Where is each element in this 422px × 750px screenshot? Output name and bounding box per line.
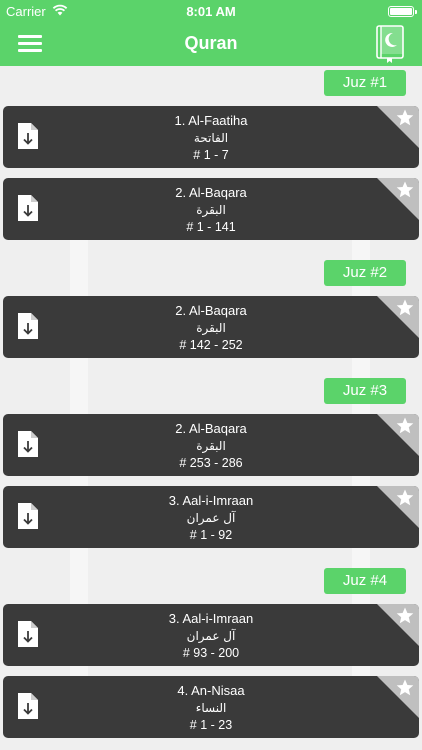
ayah-range: # 1 - 23 [189, 718, 233, 732]
star-icon[interactable] [395, 298, 415, 318]
surah-arabic-name: آل عمران [186, 629, 236, 643]
surah-card[interactable]: 2. Al-Baqara البقرة # 142 - 252 [3, 296, 419, 358]
surah-title: 3. Aal-i-Imraan [168, 493, 254, 508]
quran-book-icon[interactable] [372, 22, 408, 64]
surah-card[interactable]: 2. Al-Baqara البقرة # 1 - 141 [3, 178, 419, 240]
surah-info: 2. Al-Baqara البقرة # 253 - 286 [43, 421, 379, 471]
juz-badge[interactable]: Juz #4 [324, 568, 406, 594]
surah-info: 3. Aal-i-Imraan آل عمران # 93 - 200 [43, 611, 379, 661]
ayah-range: # 142 - 252 [179, 338, 243, 352]
surah-arabic-name: الفاتحة [193, 131, 229, 145]
surah-card[interactable]: 1. Al-Faatiha الفاتحة # 1 - 7 [3, 106, 419, 168]
ayah-range: # 1 - 141 [186, 220, 236, 234]
surah-arabic-name: آل عمران [186, 511, 236, 525]
juz-list[interactable]: Juz #1 1. Al-Faatiha الفاتحة # 1 - 7 2. Al-B… [0, 66, 422, 750]
navigation-bar: Quran [0, 22, 422, 66]
surah-title: 1. Al-Faatiha [174, 113, 248, 128]
surah-card[interactable]: 2. Al-Baqara البقرة # 253 - 286 [3, 414, 419, 476]
download-icon [18, 123, 38, 149]
surah-title: 3. Aal-i-Imraan [168, 611, 254, 626]
star-icon[interactable] [395, 108, 415, 128]
surah-title: 2. Al-Baqara [175, 303, 247, 318]
surah-arabic-name: البقرة [196, 203, 226, 217]
surah-title: 4. An-Nisaa [177, 683, 245, 698]
surah-arabic-name: البقرة [196, 321, 226, 335]
download-icon [18, 503, 38, 529]
surah-info: 4. An-Nisaa النساء # 1 - 23 [43, 683, 379, 733]
star-icon[interactable] [395, 488, 415, 508]
download-icon [18, 313, 38, 339]
ayah-range: # 1 - 7 [193, 148, 229, 162]
download-icon [18, 693, 38, 719]
star-icon[interactable] [395, 678, 415, 698]
juz-badge[interactable]: Juz #1 [324, 70, 406, 96]
surah-info: 2. Al-Baqara البقرة # 142 - 252 [43, 303, 379, 353]
ayah-range: # 93 - 200 [182, 646, 240, 660]
surah-card[interactable]: 4. An-Nisaa النساء # 1 - 23 [3, 676, 419, 738]
surah-arabic-name: النساء [195, 701, 227, 715]
ayah-range: # 253 - 286 [179, 456, 243, 470]
status-bar: Carrier 8:01 AM [0, 0, 422, 22]
juz-badge[interactable]: Juz #2 [324, 260, 406, 286]
star-icon[interactable] [395, 606, 415, 626]
juz-badge[interactable]: Juz #3 [324, 378, 406, 404]
surah-title: 2. Al-Baqara [175, 185, 247, 200]
surah-card[interactable]: 3. Aal-i-Imraan آل عمران # 93 - 200 [3, 604, 419, 666]
surah-arabic-name: البقرة [196, 439, 226, 453]
surah-info: 2. Al-Baqara البقرة # 1 - 141 [43, 185, 379, 235]
clock: 8:01 AM [186, 4, 236, 19]
surah-title: 2. Al-Baqara [175, 421, 247, 436]
surah-info: 1. Al-Faatiha الفاتحة # 1 - 7 [43, 113, 379, 163]
ayah-range: # 1 - 92 [189, 528, 233, 542]
star-icon[interactable] [395, 180, 415, 200]
star-icon[interactable] [395, 416, 415, 436]
surah-card[interactable]: 3. Aal-i-Imraan آل عمران # 1 - 92 [3, 486, 419, 548]
download-icon [18, 195, 38, 221]
download-icon [18, 431, 38, 457]
page-title: Quran [184, 33, 238, 53]
surah-info: 3. Aal-i-Imraan آل عمران # 1 - 92 [43, 493, 379, 543]
download-icon [18, 621, 38, 647]
battery-icon [388, 6, 417, 17]
